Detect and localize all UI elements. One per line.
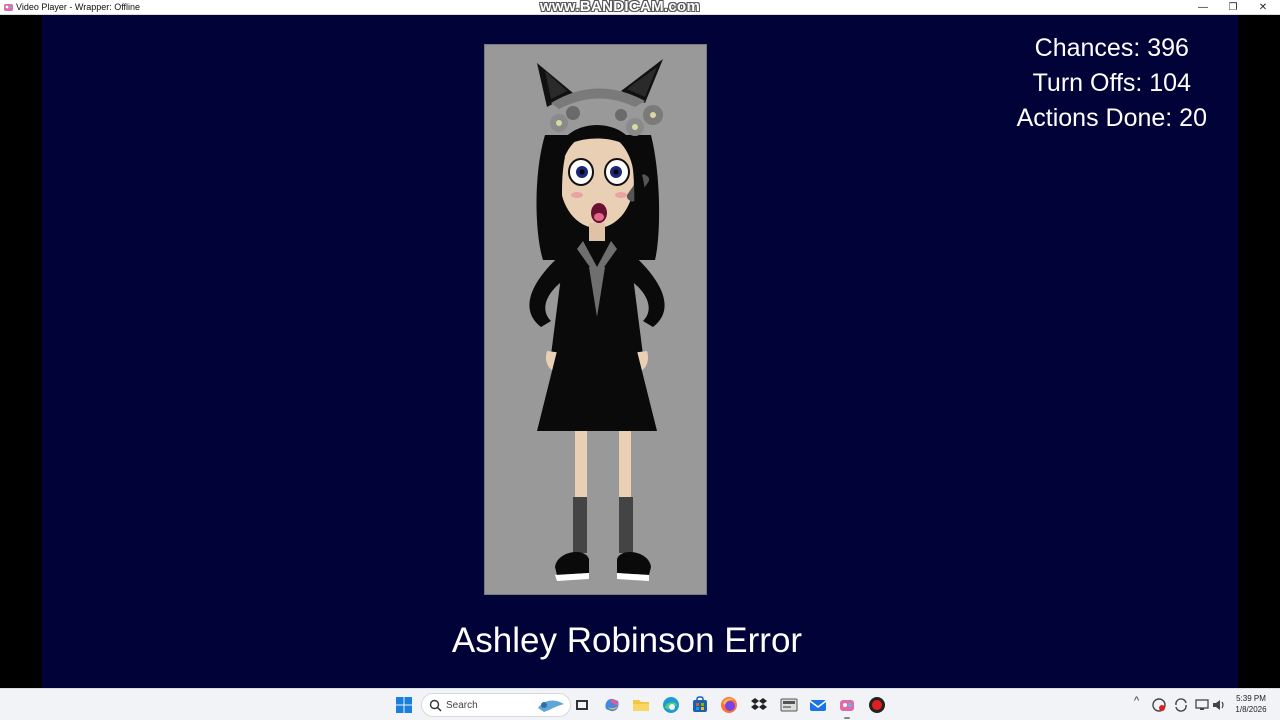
character-portrait <box>484 44 707 595</box>
chances-counter: Chances: 396 <box>1034 34 1189 62</box>
window-title: Video Player - Wrapper: Offline <box>16 2 141 12</box>
app-icon[interactable] <box>779 695 799 715</box>
taskbar-search[interactable]: Search <box>421 693 571 717</box>
search-icon <box>429 699 442 712</box>
active-app-indicator <box>844 717 850 719</box>
video-frame[interactable]: Chances: 396 Turn Offs: 104 Actions Done… <box>42 15 1238 688</box>
bandicam-watermark: www.BANDICAM.com <box>540 0 701 15</box>
store-icon[interactable] <box>690 695 710 715</box>
search-highlight-icon <box>538 700 564 712</box>
search-placeholder: Search <box>446 700 478 711</box>
stats-panel: Chances: 396 Turn Offs: 104 Actions Done… <box>1017 31 1207 136</box>
tray-chevron-icon[interactable]: ^ <box>1134 695 1139 707</box>
actions-done-counter: Actions Done: 20 <box>1016 104 1207 132</box>
network-icon[interactable] <box>1194 697 1210 713</box>
maximize-button[interactable]: ❐ <box>1218 0 1248 15</box>
tray-app-icon[interactable] <box>1151 697 1167 713</box>
minimize-button[interactable]: — <box>1188 0 1218 15</box>
sync-icon[interactable] <box>1173 697 1189 713</box>
dropbox-icon[interactable] <box>749 695 769 715</box>
wrapper-taskbar-icon[interactable] <box>837 695 857 715</box>
bandicam-record-icon[interactable] <box>867 695 887 715</box>
file-explorer-icon[interactable] <box>631 695 651 715</box>
character-caption: Ashley Robinson Error <box>451 621 803 660</box>
title-bar: Video Player - Wrapper: Offline www.BAND… <box>0 0 1280 15</box>
turn-offs-counter: Turn Offs: 104 <box>1032 69 1191 97</box>
copilot-icon[interactable] <box>602 695 622 715</box>
clock-date: 1/8/2026 <box>1235 705 1267 714</box>
firefox-icon[interactable] <box>719 695 739 715</box>
close-button[interactable]: ✕ <box>1248 0 1278 15</box>
clock-time: 5:39 PM <box>1236 694 1266 703</box>
system-clock[interactable]: 5:39 PM 1/8/2026 <box>1224 693 1278 715</box>
task-view-icon[interactable] <box>572 695 592 715</box>
start-icon[interactable] <box>394 695 414 715</box>
mail-icon[interactable] <box>808 695 828 715</box>
taskbar: Search ^ 5:39 PM 1/8/2026 <box>0 688 1280 720</box>
wrapper-app-icon <box>4 4 13 11</box>
character-illustration <box>529 59 665 581</box>
edge-icon[interactable] <box>661 695 681 715</box>
